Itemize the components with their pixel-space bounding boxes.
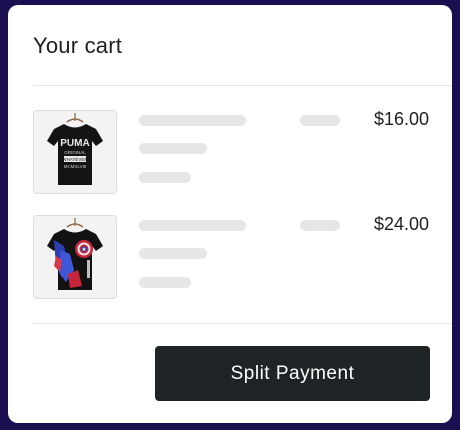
- cart-item: PUMA ORIGINAL WHATEVER MCMXLVIII $16.00: [8, 109, 452, 194]
- whatever-print-text: WHATEVER: [62, 157, 88, 162]
- year-print-text: MCMXLVIII: [64, 164, 87, 169]
- item-price: $16.00: [373, 109, 429, 129]
- qty-placeholder: [300, 115, 340, 126]
- desc-placeholder: [139, 248, 207, 259]
- cart-card: Your cart PUMA ORIGINAL WHATEVER MCMXLVI…: [8, 5, 452, 423]
- qty-placeholder: [300, 220, 340, 231]
- name-placeholder: [139, 220, 246, 231]
- split-payment-button[interactable]: Split Payment: [155, 346, 430, 401]
- cart-item: $24.00: [8, 214, 452, 299]
- original-print-text: ORIGINAL: [64, 150, 86, 155]
- name-placeholder: [139, 115, 246, 126]
- puma-print-text: PUMA: [60, 138, 89, 149]
- item-price: $24.00: [373, 214, 429, 234]
- black-puma-tshirt-image: PUMA ORIGINAL WHATEVER MCMXLVIII: [34, 111, 116, 193]
- cart-title: Your cart: [33, 33, 123, 58]
- footer-divider: [33, 323, 452, 324]
- meta-placeholder: [139, 172, 191, 183]
- meta-placeholder: [139, 277, 191, 288]
- product-image: [33, 215, 117, 299]
- header-divider: [33, 85, 452, 86]
- product-image: PUMA ORIGINAL WHATEVER MCMXLVIII: [33, 110, 117, 194]
- desc-placeholder: [139, 143, 207, 154]
- captain-america-tshirt-image: [34, 216, 116, 298]
